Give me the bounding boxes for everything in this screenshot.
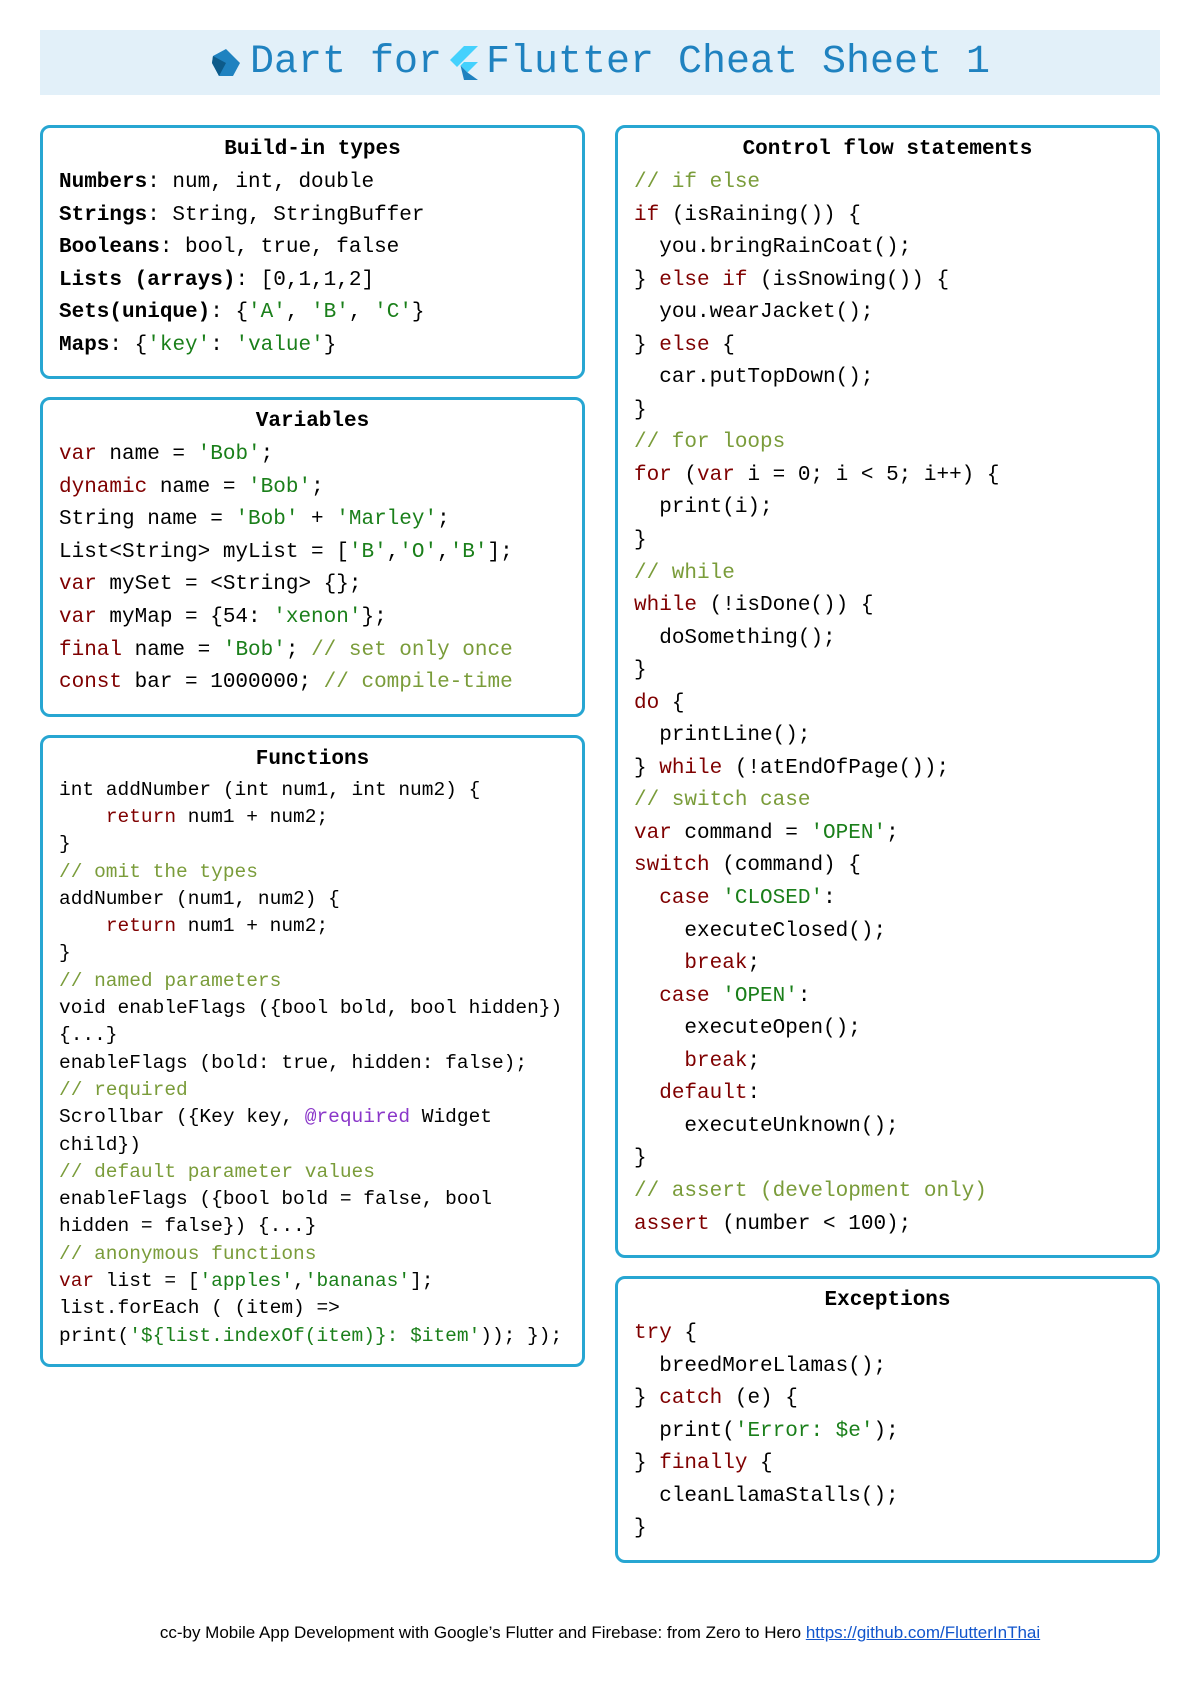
box-functions: Functions int addNumber (int num1, int n… bbox=[40, 735, 585, 1367]
code-line: // for loops bbox=[634, 427, 1141, 460]
code-line: var mySet = <String> {}; bbox=[59, 569, 566, 602]
code-line: case 'CLOSED': bbox=[634, 883, 1141, 916]
code-line: var command = 'OPEN'; bbox=[634, 818, 1141, 851]
box-variables: Variables var name = 'Bob';dynamic name … bbox=[40, 397, 585, 716]
box-title: Exceptions bbox=[634, 1289, 1141, 1312]
code-line: assert (number < 100); bbox=[634, 1209, 1141, 1242]
code-line: executeUnknown(); bbox=[634, 1111, 1141, 1144]
code-line: } bbox=[59, 940, 566, 967]
footer-text: cc-by Mobile App Development with Google… bbox=[160, 1623, 806, 1642]
code-line: return num1 + num2; bbox=[59, 913, 566, 940]
code-line: void enableFlags ({bool bold, bool hidde… bbox=[59, 995, 566, 1050]
dart-icon bbox=[210, 47, 242, 79]
code-line: // required bbox=[59, 1077, 566, 1104]
code-line: if (isRaining()) { bbox=[634, 200, 1141, 233]
code-line: // while bbox=[634, 558, 1141, 591]
code-line: // omit the types bbox=[59, 859, 566, 886]
code-line: print('Error: $e'); bbox=[634, 1416, 1141, 1449]
code-line: break; bbox=[634, 1046, 1141, 1079]
box-title: Variables bbox=[59, 410, 566, 433]
code-line: doSomething(); bbox=[634, 623, 1141, 656]
title-banner: Dart for Flutter Cheat Sheet 1 bbox=[40, 30, 1160, 95]
code-line: Booleans: bool, true, false bbox=[59, 232, 566, 265]
box-title: Build-in types bbox=[59, 138, 566, 161]
code-line: print(i); bbox=[634, 492, 1141, 525]
code-line: printLine(); bbox=[634, 720, 1141, 753]
code-line: list.forEach ( (item) => print('${list.i… bbox=[59, 1295, 566, 1350]
code-line: addNumber (num1, num2) { bbox=[59, 886, 566, 913]
code-line: var name = 'Bob'; bbox=[59, 439, 566, 472]
code-line: // switch case bbox=[634, 785, 1141, 818]
code-line: car.putTopDown(); bbox=[634, 362, 1141, 395]
code-line: you.bringRainCoat(); bbox=[634, 232, 1141, 265]
left-column: Build-in types Numbers: num, int, double… bbox=[40, 125, 585, 1563]
title-part-1: Dart for bbox=[250, 40, 442, 85]
code-line: // if else bbox=[634, 167, 1141, 200]
code-line: // assert (development only) bbox=[634, 1176, 1141, 1209]
code-line: // default parameter values bbox=[59, 1159, 566, 1186]
code-line: // named parameters bbox=[59, 968, 566, 995]
code-line: enableFlags ({bool bold = false, bool hi… bbox=[59, 1186, 566, 1241]
flutter-icon bbox=[450, 46, 478, 80]
code-line: switch (command) { bbox=[634, 850, 1141, 883]
code-line: Lists (arrays): [0,1,1,2] bbox=[59, 265, 566, 298]
box-body: var name = 'Bob';dynamic name = 'Bob';St… bbox=[59, 439, 566, 699]
box-body: Numbers: num, int, doubleStrings: String… bbox=[59, 167, 566, 362]
footer-link[interactable]: https://github.com/FlutterInThai bbox=[806, 1623, 1040, 1642]
code-line: executeOpen(); bbox=[634, 1013, 1141, 1046]
code-line: case 'OPEN': bbox=[634, 981, 1141, 1014]
code-line: final name = 'Bob'; // set only once bbox=[59, 635, 566, 668]
box-exceptions: Exceptions try { breedMoreLlamas();} cat… bbox=[615, 1276, 1160, 1563]
code-line: try { bbox=[634, 1318, 1141, 1351]
code-line: Maps: {'key': 'value'} bbox=[59, 330, 566, 363]
code-line: Strings: String, StringBuffer bbox=[59, 200, 566, 233]
code-line: int addNumber (int num1, int num2) { bbox=[59, 777, 566, 804]
code-line: enableFlags (bold: true, hidden: false); bbox=[59, 1050, 566, 1077]
box-control-flow: Control flow statements // if elseif (is… bbox=[615, 125, 1160, 1258]
code-line: } finally { bbox=[634, 1448, 1141, 1481]
code-line: breedMoreLlamas(); bbox=[634, 1351, 1141, 1384]
code-line: } catch (e) { bbox=[634, 1383, 1141, 1416]
code-line: } else { bbox=[634, 330, 1141, 363]
code-line: } bbox=[634, 655, 1141, 688]
code-line: String name = 'Bob' + 'Marley'; bbox=[59, 504, 566, 537]
code-line: for (var i = 0; i < 5; i++) { bbox=[634, 460, 1141, 493]
code-line: var myMap = {54: 'xenon'}; bbox=[59, 602, 566, 635]
code-line: } else if (isSnowing()) { bbox=[634, 265, 1141, 298]
code-line: } bbox=[634, 1513, 1141, 1546]
box-builtin-types: Build-in types Numbers: num, int, double… bbox=[40, 125, 585, 379]
code-line: dynamic name = 'Bob'; bbox=[59, 472, 566, 505]
code-line: do { bbox=[634, 688, 1141, 721]
box-body: int addNumber (int num1, int num2) { ret… bbox=[59, 777, 566, 1350]
box-body: try { breedMoreLlamas();} catch (e) { pr… bbox=[634, 1318, 1141, 1546]
code-line: } bbox=[59, 831, 566, 858]
right-column: Control flow statements // if elseif (is… bbox=[615, 125, 1160, 1563]
code-line: const bar = 1000000; // compile-time bbox=[59, 667, 566, 700]
title-part-2: Flutter Cheat Sheet 1 bbox=[486, 40, 990, 85]
code-line: // anonymous functions bbox=[59, 1241, 566, 1268]
code-line: you.wearJacket(); bbox=[634, 297, 1141, 330]
code-line: cleanLlamaStalls(); bbox=[634, 1481, 1141, 1514]
code-line: default: bbox=[634, 1078, 1141, 1111]
columns: Build-in types Numbers: num, int, double… bbox=[40, 125, 1160, 1563]
box-title: Functions bbox=[59, 748, 566, 771]
code-line: executeClosed(); bbox=[634, 916, 1141, 949]
code-line: } bbox=[634, 1143, 1141, 1176]
box-body: // if elseif (isRaining()) { you.bringRa… bbox=[634, 167, 1141, 1241]
code-line: } while (!atEndOfPage()); bbox=[634, 753, 1141, 786]
code-line: Scrollbar ({Key key, @required Widget ch… bbox=[59, 1104, 566, 1159]
code-line: return num1 + num2; bbox=[59, 804, 566, 831]
code-line: Numbers: num, int, double bbox=[59, 167, 566, 200]
code-line: break; bbox=[634, 948, 1141, 981]
code-line: Sets(unique): {'A', 'B', 'C'} bbox=[59, 297, 566, 330]
code-line: List<String> myList = ['B','O','B']; bbox=[59, 537, 566, 570]
code-line: } bbox=[634, 525, 1141, 558]
box-title: Control flow statements bbox=[634, 138, 1141, 161]
footer: cc-by Mobile App Development with Google… bbox=[40, 1623, 1160, 1643]
code-line: while (!isDone()) { bbox=[634, 590, 1141, 623]
code-line: var list = ['apples','bananas']; bbox=[59, 1268, 566, 1295]
page-title: Dart for Flutter Cheat Sheet 1 bbox=[210, 40, 990, 85]
code-line: } bbox=[634, 395, 1141, 428]
